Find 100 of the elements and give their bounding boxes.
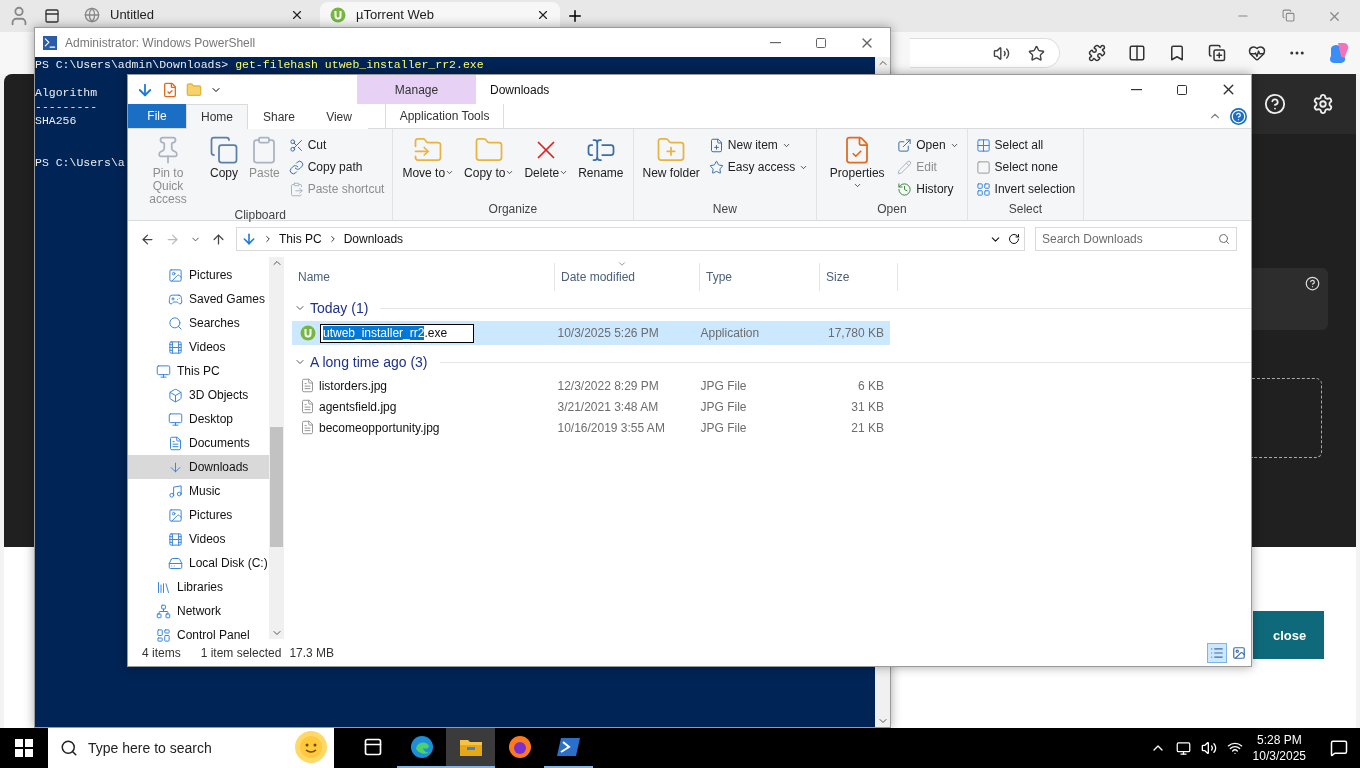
nav-item[interactable]: Pictures — [128, 503, 269, 527]
globe-icon — [84, 6, 100, 23]
ribbon-button[interactable]: Delete — [521, 133, 572, 202]
weather-sun-icon — [294, 730, 328, 764]
image-icon — [168, 507, 183, 523]
settings-icon[interactable] — [1312, 93, 1334, 115]
nav-item[interactable]: Pictures — [128, 263, 269, 287]
ribbon-tab[interactable]: Home — [186, 104, 248, 129]
breadcrumb[interactable]: Downloads — [343, 232, 404, 246]
search-field[interactable]: Search Downloads — [1035, 227, 1237, 251]
nav-item[interactable]: Searches — [128, 311, 269, 335]
volume-icon[interactable] — [1200, 740, 1217, 756]
network-icon[interactable] — [1226, 740, 1243, 756]
type-cell-text: JPG File — [699, 399, 748, 414]
group-heading: Today (1) — [310, 300, 369, 316]
clock[interactable]: 5:28 PM 10/3/2025 — [1252, 732, 1306, 764]
copy-icon — [209, 135, 239, 165]
nav-item[interactable]: Local Disk (C:) — [128, 551, 269, 575]
close-button[interactable]: close — [1253, 611, 1324, 659]
ribbon-button[interactable]: New item — [706, 135, 811, 155]
browser-icon — [409, 735, 434, 759]
ribbon-button[interactable]: Invert selection — [973, 179, 1078, 199]
file-menu-button[interactable]: File — [128, 104, 186, 128]
back-icon[interactable] — [140, 231, 155, 247]
nav-item[interactable]: Network — [128, 599, 269, 623]
nav-item[interactable]: Documents — [128, 431, 269, 455]
ribbon-button[interactable]: Select none — [973, 157, 1078, 177]
console-line: Algorithm — [35, 86, 98, 100]
ribbon-button[interactable]: Rename — [575, 133, 627, 202]
status-text: 1 item selected — [200, 645, 282, 660]
refresh-icon[interactable] — [1008, 233, 1020, 245]
help-icon — [1231, 108, 1246, 124]
column-header[interactable]: Name — [292, 263, 555, 291]
assistant-icon[interactable] — [1328, 42, 1350, 64]
file-row[interactable]: becomeopportunity.jpg 10/16/2019 3:55 AM JPG File 21 KB — [292, 417, 890, 438]
file-row[interactable]: utweb_installer_rr2.exe 10/3/2025 5:26 PM Application 17,780 KB — [292, 321, 890, 345]
nav-item[interactable]: Desktop — [128, 407, 269, 431]
new-tab-icon[interactable] — [566, 7, 584, 25]
image-file-icon — [300, 378, 315, 393]
ribbon-button[interactable]: Copy to — [461, 133, 518, 202]
help-icon[interactable] — [1264, 93, 1286, 115]
task-view-icon — [362, 737, 383, 757]
caret-icon — [852, 181, 862, 190]
address-bar[interactable]: This PC Downloads — [236, 227, 1025, 251]
favorite-icon[interactable] — [1028, 44, 1045, 62]
collections-icon[interactable] — [1208, 44, 1226, 62]
breadcrumb[interactable]: This PC — [279, 232, 322, 246]
file-row[interactable]: agentsfield.jpg 3/21/2021 3:48 AM JPG File 31 KB — [292, 396, 890, 417]
link-icon — [288, 159, 304, 175]
tab-actions-icon[interactable] — [44, 8, 60, 24]
file-row[interactable]: listorders.jpg 12/3/2022 8:29 PM JPG File 6 KB — [292, 375, 890, 396]
column-header[interactable]: Size — [820, 263, 898, 291]
details-view-button[interactable] — [1207, 642, 1227, 663]
nav-item[interactable]: This PC — [128, 359, 269, 383]
ribbon-button[interactable]: Copy path — [286, 157, 387, 177]
ribbon-button[interactable]: History — [895, 179, 961, 199]
favorites-icon[interactable] — [1168, 44, 1186, 62]
rename-field[interactable]: utweb_installer_rr2.exe — [320, 323, 474, 343]
nav-item[interactable]: Videos — [128, 527, 269, 551]
taskbar-search-field[interactable]: Type here to search — [48, 728, 334, 768]
extensions-icon[interactable] — [1088, 44, 1106, 62]
up-icon[interactable] — [211, 231, 226, 247]
size-cell-text: 6 KB — [857, 378, 885, 393]
read-aloud-icon[interactable] — [993, 44, 1010, 62]
nav-item[interactable]: 3D Objects — [128, 383, 269, 407]
ribbon-button[interactable]: Cut — [286, 135, 387, 155]
nav-item[interactable]: Saved Games — [128, 287, 269, 311]
column-header[interactable]: Date modified — [555, 263, 700, 291]
nav-item[interactable]: Libraries — [128, 575, 269, 599]
nav-item[interactable]: Downloads — [128, 455, 269, 479]
ribbon-button[interactable]: Properties — [823, 133, 892, 202]
restore-icon[interactable] — [1282, 8, 1295, 22]
scrollbar[interactable] — [269, 257, 284, 639]
notifications-icon[interactable] — [1330, 739, 1348, 757]
ribbon-button[interactable]: Move to — [399, 133, 458, 202]
ribbon-tab[interactable]: Application Tools — [385, 104, 505, 128]
ribbon-button[interactable]: Open — [895, 135, 961, 155]
list-icon — [1210, 645, 1224, 660]
split-screen-icon[interactable] — [1128, 44, 1146, 62]
ribbon-button[interactable]: Copy — [206, 133, 242, 208]
powershell-icon — [43, 35, 57, 50]
help-button[interactable] — [1230, 107, 1247, 125]
date-cell-text: 3/21/2021 3:48 AM — [556, 399, 660, 414]
browser-tab[interactable]: Untitled — [74, 2, 314, 27]
ribbon-button[interactable]: New folder — [639, 133, 703, 202]
taskbar-app-button[interactable] — [446, 728, 495, 768]
properties-icon[interactable] — [162, 81, 178, 98]
nav-item[interactable]: Control Panel — [128, 623, 269, 647]
nav-item[interactable]: Videos — [128, 335, 269, 359]
column-header[interactable]: Type — [700, 263, 820, 291]
caret-icon — [505, 168, 515, 177]
nav-item[interactable]: Music — [128, 479, 269, 503]
group-label: Select — [1007, 202, 1044, 218]
help-icon[interactable] — [1305, 276, 1320, 291]
browser-tab[interactable]: µTorrent Web — [320, 2, 560, 27]
ribbon-button[interactable]: Select all — [973, 135, 1078, 155]
heart-pulse-icon[interactable] — [1248, 44, 1266, 62]
address-bar[interactable] — [910, 38, 1060, 68]
status-text: 4 items — [142, 645, 181, 660]
ribbon-button[interactable]: Easy access — [706, 157, 811, 177]
